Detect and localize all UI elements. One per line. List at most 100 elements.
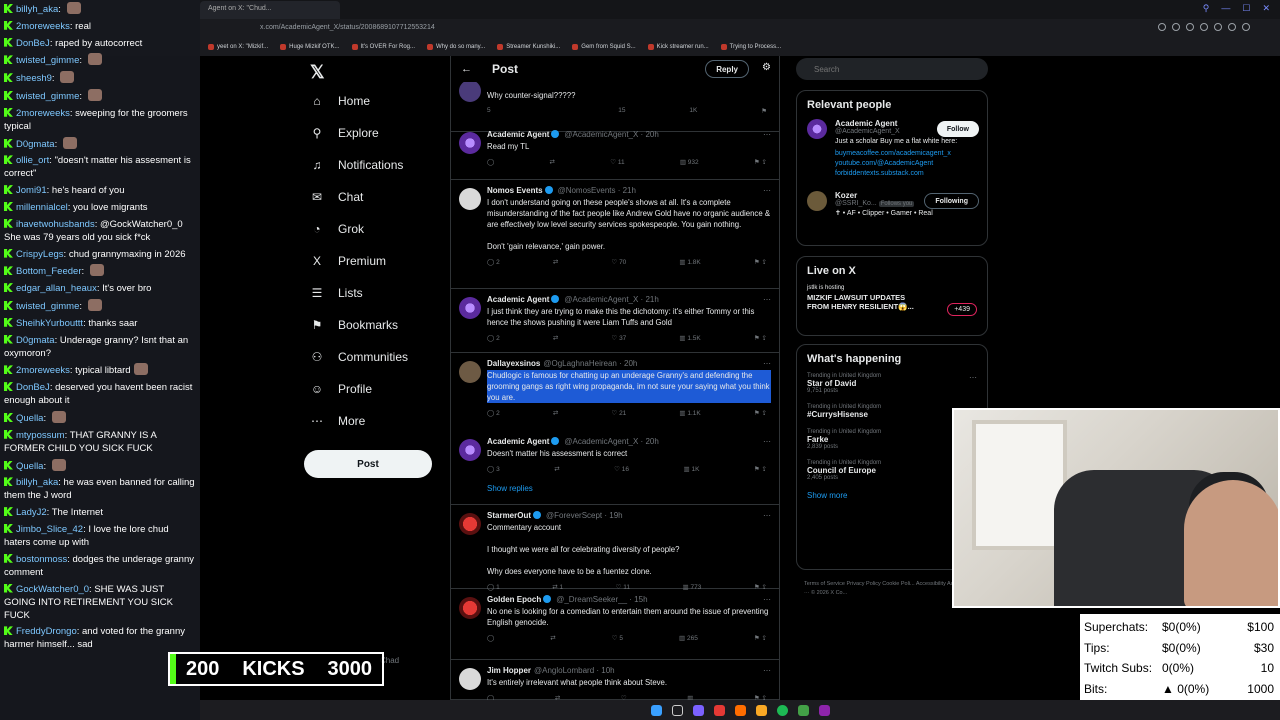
nav-item-communities[interactable]: ⚇ Communities	[310, 350, 408, 364]
nav-item-home[interactable]: ⌂ Home	[310, 94, 370, 108]
avatar[interactable]	[459, 297, 481, 319]
bookmark-icon[interactable]: ⚑ ⇪	[754, 409, 767, 417]
extension-icon[interactable]	[1172, 23, 1180, 31]
author-handle[interactable]: @AcademicAgent_X · 21h	[564, 295, 658, 304]
author-handle[interactable]: @AcademicAgent_X · 20h	[564, 130, 658, 139]
zoom-icon[interactable]	[1158, 23, 1166, 31]
reply-icon[interactable]: ◯	[487, 634, 494, 642]
settings-icon[interactable]: ⚙	[762, 62, 771, 73]
more-icon[interactable]: ⋯	[763, 437, 771, 446]
follow-button[interactable]: Follow	[936, 121, 979, 137]
minimize-icon[interactable]: —	[1221, 3, 1230, 14]
bookmark-item[interactable]: Why do so many...	[427, 42, 485, 52]
repost-icon[interactable]: ⇄	[554, 465, 559, 473]
chat-username[interactable]: SheihkYurbouttt	[16, 318, 83, 329]
reply-icon[interactable]: ◯ 2	[487, 258, 500, 266]
chat-username[interactable]: ollie_ort	[16, 155, 49, 166]
views-icon[interactable]: ▥ 1.1K	[679, 409, 700, 417]
live-space-title[interactable]: MIZKIF LAWSUIT UPDATES FROM HENRY RESILI…	[807, 293, 927, 311]
extension-icon[interactable]	[1214, 23, 1222, 31]
chat-username[interactable]: Quella	[16, 413, 43, 424]
bookmark-item[interactable]: Trying to Process...	[720, 42, 781, 52]
following-button[interactable]: Following	[924, 193, 979, 209]
more-icon[interactable]: ⋯	[763, 130, 771, 139]
like-icon[interactable]: ♡ 16	[614, 465, 629, 473]
author-name[interactable]: Jim Hopper	[487, 666, 531, 675]
author-handle[interactable]: @_DreamSeeker__ · 15h	[556, 595, 647, 604]
folder-icon[interactable]	[755, 704, 767, 716]
bookmark-item[interactable]: Gem from Squid S...	[572, 42, 636, 52]
tweet[interactable]: Jim Hopper @AngloLombard · 10h ⋯ It's entir…	[451, 660, 779, 700]
search-input[interactable]	[796, 58, 988, 80]
reply-button[interactable]: Reply	[705, 60, 749, 78]
chat-username[interactable]: DonBeJ	[16, 38, 50, 49]
chat-username[interactable]: twisted_gimme	[16, 91, 79, 102]
active-tab[interactable]: Agent on X: "Chud...	[200, 1, 340, 19]
start-icon[interactable]	[650, 704, 662, 716]
nav-item-more[interactable]: ⋯ More	[310, 414, 365, 428]
author-handle[interactable]: @ForeverScept · 19h	[546, 511, 623, 520]
like-icon[interactable]: ♡ 37	[611, 334, 626, 342]
tweet[interactable]: StarmerOut @ForeverScept · 19h ⋯ Commentary…	[451, 505, 779, 591]
chat-username[interactable]: Jomi91	[16, 185, 47, 196]
author-handle[interactable]: @NomosEvents · 21h	[558, 186, 636, 195]
tweet[interactable]: Academic Agent @AcademicAgent_X · 21h ⋯ I j…	[451, 289, 779, 353]
tweet[interactable]: Academic Agent @AcademicAgent_X · 20h ⋯ Rea…	[451, 124, 779, 180]
bookmark-icon[interactable]: ⚑ ⇪	[754, 465, 767, 473]
app-icon[interactable]	[797, 704, 809, 716]
more-icon[interactable]: ⋯	[763, 295, 771, 304]
author-handle[interactable]: @AcademicAgent_X · 20h	[564, 437, 658, 446]
nav-item-premium[interactable]: X Premium	[310, 254, 386, 268]
repost-icon[interactable]: ⇄	[550, 634, 555, 642]
show-replies-link[interactable]: Show replies	[487, 484, 533, 493]
person-card[interactable]: Academic Agent @AcademicAgent_X Just a s…	[807, 119, 979, 179]
bookmark-icon[interactable]: ⚑ ⇪	[754, 634, 767, 642]
app-icon[interactable]	[692, 704, 704, 716]
more-icon[interactable]: ⋯	[763, 666, 771, 675]
listener-count[interactable]: +439	[947, 303, 977, 316]
views-icon[interactable]: ▥ 1K	[684, 465, 700, 473]
x-logo-icon[interactable]: 𝕏	[310, 62, 325, 83]
avatar[interactable]	[459, 361, 481, 383]
app-icon[interactable]	[818, 704, 830, 716]
nav-item-chat[interactable]: ✉ Chat	[310, 190, 363, 204]
repost-icon[interactable]: ⇄	[553, 334, 558, 342]
bio-link[interactable]: buymeacoffee.com/academicagent_x	[835, 149, 977, 159]
avatar[interactable]	[459, 513, 481, 535]
bookmark-icon[interactable]: ⚑	[761, 107, 767, 115]
chat-username[interactable]: GockWatcher0_0	[16, 584, 89, 595]
views-icon[interactable]: ▥ 932	[680, 158, 699, 166]
author-name[interactable]: Golden Epoch	[487, 595, 541, 604]
chat-username[interactable]: sheesh9	[16, 73, 52, 84]
chat-username[interactable]: ihavetwohusbands	[16, 219, 95, 230]
author-handle[interactable]: @OgLaghnaHeirean · 20h	[543, 359, 637, 368]
bookmark-item[interactable]: yeet on X: "Mizkif...	[208, 42, 268, 52]
chat-username[interactable]: Bottom_Feeder	[16, 266, 81, 277]
bookmark-item[interactable]: It's OVER For Rog...	[351, 42, 415, 52]
bookmark-icon[interactable]: ⚑ ⇪	[754, 258, 767, 266]
avatar[interactable]	[459, 597, 481, 619]
address-bar[interactable]: x.com/AcademicAgent_X/status/20086891077…	[200, 19, 1280, 39]
bio-link[interactable]: youtube.com/@AcademicAgent	[835, 159, 977, 169]
nav-item-explore[interactable]: ⚲ Explore	[310, 126, 379, 140]
post-button[interactable]: Post	[304, 450, 432, 478]
chat-username[interactable]: FreddyDrongo	[16, 626, 77, 637]
repost-icon[interactable]: ⇄	[553, 258, 558, 266]
tweet[interactable]: Golden Epoch @_DreamSeeker__ · 15h ⋯ No one…	[451, 589, 779, 660]
avatar[interactable]	[459, 188, 481, 210]
reply-icon[interactable]: ◯ 3	[487, 465, 500, 473]
bookmark-item[interactable]: Huge Mizkif OTK...	[280, 42, 340, 52]
repost-icon[interactable]: ⇄	[550, 158, 555, 166]
chat-username[interactable]: 2moreweeks	[16, 108, 70, 119]
more-icon[interactable]: ⋯	[763, 186, 771, 195]
like-icon[interactable]: ♡ 70	[611, 258, 626, 266]
author-name[interactable]: Academic Agent	[487, 130, 549, 139]
chat-username[interactable]: billyh_aka	[16, 4, 58, 15]
author-name[interactable]: Dallayexsinos	[487, 359, 540, 368]
chat-username[interactable]: CrispyLegs	[16, 249, 64, 260]
chat-username[interactable]: DonBeJ	[16, 382, 50, 393]
app-icon[interactable]	[713, 704, 725, 716]
avatar[interactable]	[459, 439, 481, 461]
chat-username[interactable]: LadyJ2	[16, 507, 47, 518]
like-icon[interactable]: ♡ 21	[611, 409, 626, 417]
